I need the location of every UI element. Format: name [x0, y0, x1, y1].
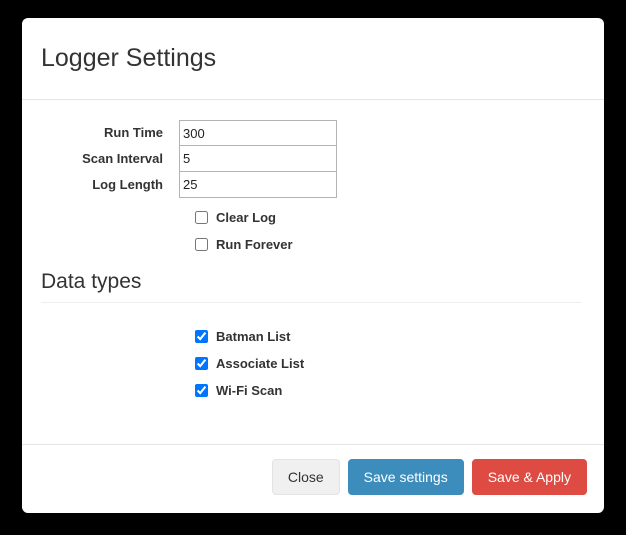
run-time-label: Run Time	[104, 125, 163, 140]
form-row-log-length: Log Length	[39, 172, 587, 198]
settings-form: Run Time Scan Interval Log Length	[39, 120, 587, 198]
scan-interval-input[interactable]	[179, 146, 337, 172]
log-length-label: Log Length	[92, 177, 163, 192]
data-types-group: Batman List Associate List Wi-Fi Scan	[39, 323, 587, 404]
data-types-section: Data types	[39, 270, 587, 303]
clear-log-label: Clear Log	[216, 210, 276, 225]
data-types-heading: Data types	[41, 270, 581, 303]
form-row-run-time: Run Time	[39, 120, 587, 146]
batman-list-checkbox[interactable]	[195, 330, 208, 343]
checkbox-row-associate-list[interactable]: Associate List	[39, 350, 587, 377]
log-length-input[interactable]	[179, 172, 337, 198]
run-forever-checkbox[interactable]	[195, 238, 208, 251]
basic-options-group: Clear Log Run Forever	[39, 204, 587, 258]
clear-log-checkbox[interactable]	[195, 211, 208, 224]
dialog-header: Logger Settings	[22, 18, 604, 100]
close-button[interactable]: Close	[271, 459, 340, 495]
page-title: Logger Settings	[41, 44, 217, 72]
associate-list-label: Associate List	[216, 356, 305, 371]
dialog-footer: Close Save settings Save & Apply	[22, 444, 604, 513]
checkbox-row-batman-list[interactable]: Batman List	[39, 323, 587, 350]
run-forever-label: Run Forever	[216, 237, 293, 252]
save-settings-button[interactable]: Save settings	[347, 459, 464, 495]
batman-list-label: Batman List	[216, 329, 291, 344]
checkbox-row-run-forever[interactable]: Run Forever	[39, 231, 587, 258]
checkbox-row-wifi-scan[interactable]: Wi-Fi Scan	[39, 377, 587, 404]
associate-list-checkbox[interactable]	[195, 357, 208, 370]
form-row-scan-interval: Scan Interval	[39, 146, 587, 172]
dialog-body: Run Time Scan Interval Log Length Clear …	[22, 100, 604, 404]
run-time-input[interactable]	[179, 120, 337, 146]
scan-interval-label: Scan Interval	[82, 151, 163, 166]
save-and-apply-button[interactable]: Save & Apply	[471, 459, 587, 495]
wifi-scan-label: Wi-Fi Scan	[216, 383, 283, 398]
logger-settings-dialog: Logger Settings Run Time Scan Interval L…	[22, 18, 604, 513]
checkbox-row-clear-log[interactable]: Clear Log	[39, 204, 587, 231]
wifi-scan-checkbox[interactable]	[195, 384, 208, 397]
